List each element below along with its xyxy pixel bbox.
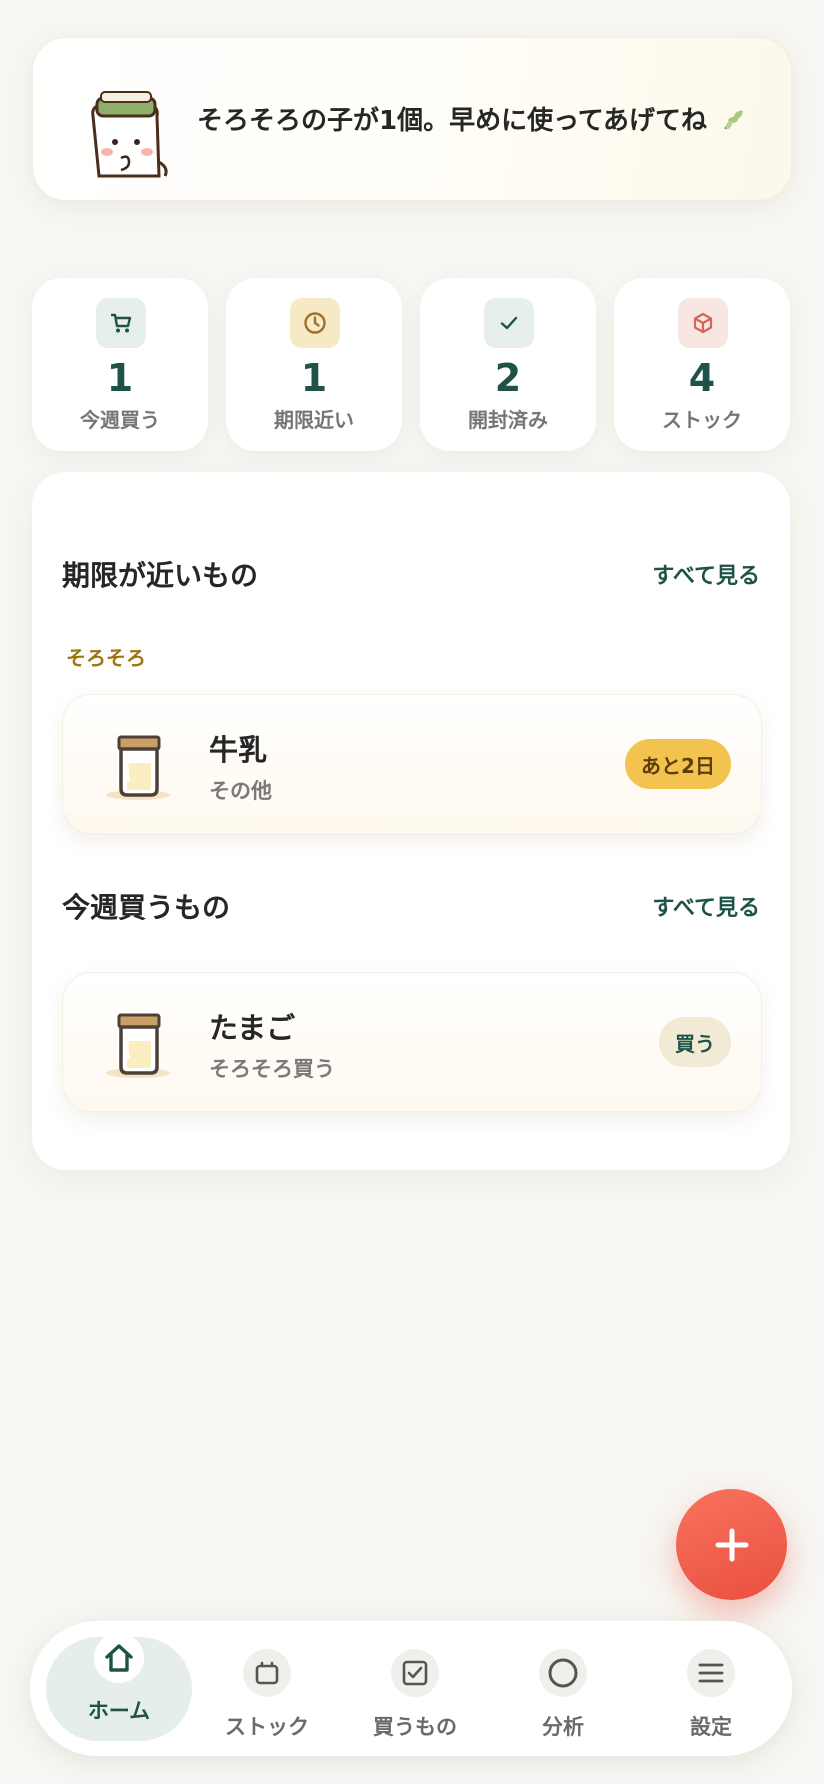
mascot-banner: そろそろの子が1個。早めに使ってあげてね [32, 37, 792, 201]
expiring-group-label: そろそろ [66, 646, 146, 670]
expiring-item-milk[interactable]: 牛乳 その他 あと2日 [62, 694, 762, 834]
item-name: たまご [209, 1011, 296, 1045]
stock-icon [243, 1649, 291, 1697]
shopping-see-all-link[interactable]: すべて見る [652, 890, 760, 922]
clock-icon [290, 298, 340, 348]
box-icon [678, 298, 728, 348]
nav-label: 設定 [690, 1715, 732, 1739]
stat-card-stock[interactable]: 4 ストック [614, 278, 790, 451]
buy-button[interactable]: 買う [659, 1017, 731, 1067]
banner-message: そろそろの子が1個。早めに使ってあげてね [197, 100, 748, 137]
expiring-see-all-link[interactable]: すべて見る [652, 558, 760, 590]
home-icon [94, 1633, 144, 1683]
nav-label: ストック [225, 1715, 309, 1739]
menu-icon [687, 1649, 735, 1697]
stat-card-buy-this-week[interactable]: 1 今週買う [32, 278, 208, 451]
shopping-section-title: 今週買うもの [62, 891, 231, 924]
banner-message-text: そろそろの子が1個。早めに使ってあげてね [197, 106, 708, 136]
analytics-icon [539, 1649, 587, 1697]
expiry-badge: あと2日 [625, 739, 731, 789]
checklist-icon [391, 1649, 439, 1697]
nav-label: 分析 [542, 1715, 584, 1739]
nav-item-shopping[interactable]: 買うもの [341, 1621, 489, 1756]
stat-label: 期限近い [274, 408, 354, 432]
stat-card-opened[interactable]: 2 開封済み [420, 278, 596, 451]
add-item-button[interactable] [676, 1489, 787, 1600]
stat-value: 4 [688, 356, 716, 400]
stat-label: 今週買う [80, 408, 160, 432]
item-category: その他 [209, 779, 272, 803]
item-status: そろそろ買う [209, 1057, 335, 1081]
jar-icon [106, 1013, 170, 1078]
leaf-icon [724, 110, 743, 130]
jar-icon [106, 735, 170, 800]
mascot-icon [91, 91, 168, 178]
check-icon [484, 298, 534, 348]
item-name: 牛乳 [209, 733, 268, 767]
nav-label: ホーム [87, 1699, 151, 1723]
plus-icon [715, 1528, 748, 1561]
stat-card-expiring[interactable]: 1 期限近い [226, 278, 402, 451]
shopping-item-eggs[interactable]: たまご そろそろ買う 買う [62, 972, 762, 1112]
nav-item-stock[interactable]: ストック [193, 1621, 341, 1756]
cart-icon [96, 298, 146, 348]
stat-label: 開封済み [468, 408, 548, 432]
nav-item-settings[interactable]: 設定 [637, 1621, 785, 1756]
stat-value: 1 [300, 356, 328, 400]
nav-label: 買うもの [373, 1715, 457, 1739]
stat-value: 2 [494, 356, 522, 400]
nav-item-analytics[interactable]: 分析 [489, 1621, 637, 1756]
bottom-navigation: ホーム ストック 買うもの 分析 設定 [30, 1621, 792, 1756]
stat-label: ストック [662, 408, 742, 432]
stat-value: 1 [106, 356, 134, 400]
nav-item-home[interactable]: ホーム [45, 1621, 193, 1756]
home-panel: 期限が近いもの すべて見る そろそろ 牛乳 その他 あと2日 今週買うもの すべ… [32, 472, 790, 1170]
expiring-section-title: 期限が近いもの [62, 559, 259, 592]
